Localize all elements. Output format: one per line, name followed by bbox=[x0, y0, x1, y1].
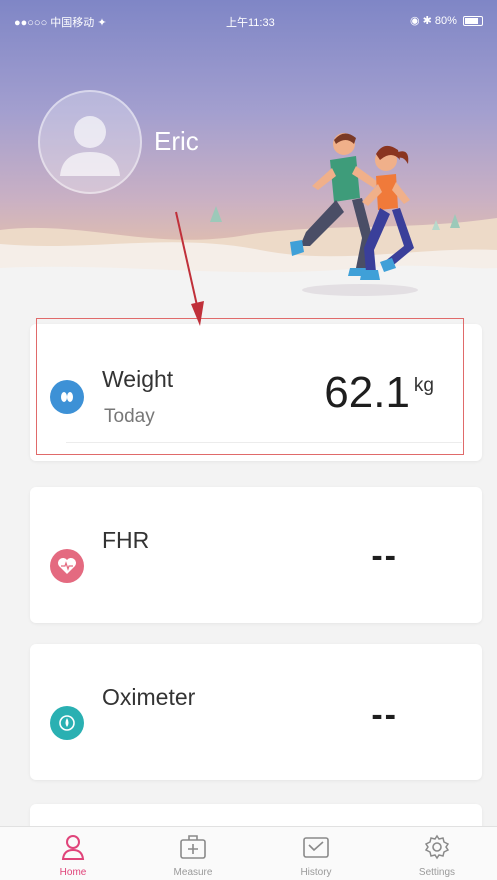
gear-icon bbox=[424, 834, 450, 860]
fhr-card[interactable]: FHR -- bbox=[30, 487, 482, 623]
weight-reading: 62.1 kg bbox=[324, 368, 434, 418]
tab-settings-label: Settings bbox=[418, 867, 456, 878]
tab-history[interactable]: History bbox=[276, 833, 356, 879]
oximeter-icon bbox=[50, 706, 84, 740]
tab-history-label: History bbox=[300, 867, 332, 878]
status-bar: ●●○○○ 中国移动 ✦ 上午11:33 ◉ ✱ 80% bbox=[0, 0, 497, 40]
user-name: Eric bbox=[154, 126, 199, 156]
weight-subtitle: Today bbox=[104, 406, 155, 427]
oximeter-card[interactable]: Oximeter -- bbox=[30, 644, 482, 780]
carrier-signal: ●●○○○ 中国移动 ✦ bbox=[14, 17, 107, 29]
oximeter-value: -- bbox=[371, 696, 398, 734]
tab-settings[interactable]: Settings bbox=[397, 833, 477, 879]
status-time: 上午11:33 bbox=[226, 17, 275, 29]
bottom-tab-bar: Home Measure History Settings bbox=[0, 826, 497, 880]
avatar[interactable] bbox=[38, 90, 142, 194]
weight-unit: kg bbox=[413, 375, 434, 396]
medical-kit-icon bbox=[180, 835, 206, 859]
battery-icon bbox=[463, 16, 483, 27]
footprint-icon bbox=[50, 380, 84, 414]
fhr-title: FHR bbox=[102, 527, 150, 553]
tab-measure[interactable]: Measure bbox=[153, 833, 233, 879]
divider bbox=[66, 442, 462, 443]
person-icon bbox=[61, 835, 85, 860]
tab-home-label: Home bbox=[59, 867, 87, 878]
weight-title: Weight bbox=[102, 366, 174, 392]
weight-value: 62.1 bbox=[324, 368, 410, 417]
status-right: ◉ ✱ 80% bbox=[410, 14, 483, 27]
weight-card[interactable]: Weight Today 62.1 kg bbox=[30, 324, 482, 461]
status-icons-battery-text: ◉ ✱ 80% bbox=[409, 15, 457, 27]
oximeter-title: Oximeter bbox=[102, 684, 196, 710]
tab-home[interactable]: Home bbox=[33, 833, 113, 879]
history-icon bbox=[303, 837, 329, 858]
avatar-person-icon bbox=[60, 116, 120, 176]
heart-icon bbox=[50, 549, 84, 583]
tab-measure-label: Measure bbox=[173, 867, 213, 878]
fhr-value: -- bbox=[371, 537, 398, 575]
